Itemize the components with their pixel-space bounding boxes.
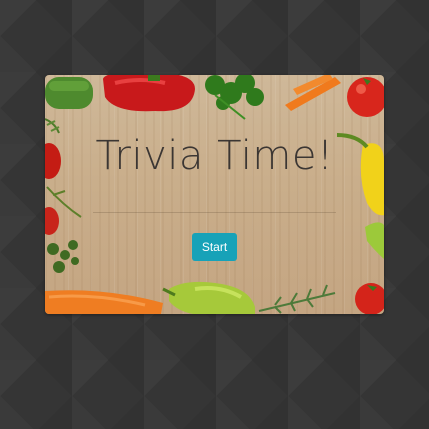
rosemary-image bbox=[258, 284, 336, 314]
red-pepper-image bbox=[103, 75, 195, 112]
bottom-carrot-image bbox=[45, 290, 163, 314]
parsley-image bbox=[205, 75, 264, 120]
divider bbox=[93, 212, 336, 213]
cucumber-image bbox=[45, 77, 93, 109]
vegetable-border-image bbox=[45, 75, 384, 314]
tomato-image bbox=[347, 77, 384, 117]
green-pepper-image bbox=[162, 281, 255, 314]
thyme-image bbox=[47, 240, 79, 273]
herb-sprig-image bbox=[45, 118, 60, 134]
carrot-image bbox=[285, 75, 341, 111]
page-title: Trivia Time! bbox=[95, 133, 334, 179]
trivia-card: Trivia Time! Start bbox=[45, 75, 384, 314]
green-chili-image bbox=[365, 222, 384, 259]
bottom-right-tomato-image bbox=[355, 283, 384, 314]
start-button[interactable]: Start bbox=[192, 233, 237, 261]
